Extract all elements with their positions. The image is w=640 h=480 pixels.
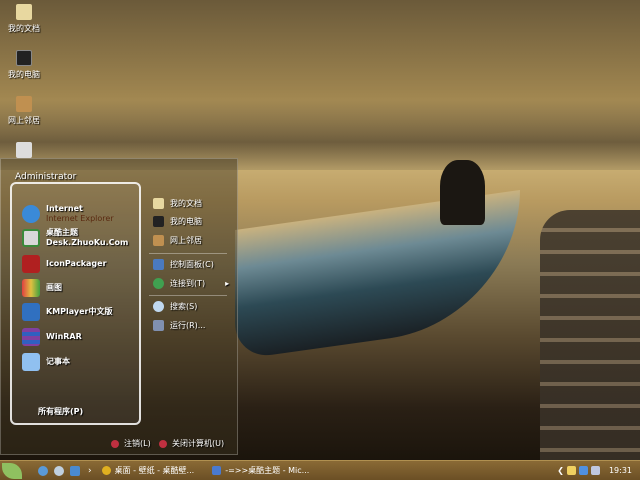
program-title: IconPackager <box>46 259 107 268</box>
place-network[interactable]: 网上邻居 <box>153 235 202 246</box>
tray-app-icon[interactable] <box>566 466 576 475</box>
program-winrar[interactable]: WinRAR <box>22 328 82 346</box>
logoff-icon <box>111 439 119 448</box>
kmplayer-icon <box>22 303 40 321</box>
desktop-icon-my-documents[interactable]: 我的文档 <box>4 4 44 34</box>
start-button[interactable] <box>2 462 22 479</box>
task-label: -=>>桌酷主题 - Mic... <box>225 466 310 475</box>
desktop-icon-network[interactable]: 网上邻居 <box>4 96 44 126</box>
chrome-icon <box>101 466 111 475</box>
connect-icon <box>153 278 164 289</box>
my-computer-icon <box>153 216 164 227</box>
tray-expand-icon[interactable]: ❮ <box>557 466 564 475</box>
winrar-icon <box>22 328 40 346</box>
network-icon <box>16 96 32 112</box>
place-my-documents[interactable]: 我的文档 <box>153 198 202 209</box>
program-subtitle: Internet Explorer <box>46 214 114 223</box>
place-label: 网上邻居 <box>170 236 202 245</box>
program-title: 记事本 <box>46 357 70 366</box>
desktop-icon-label: 网上邻居 <box>8 116 40 125</box>
clock[interactable]: 19:31 <box>609 466 632 475</box>
network-icon <box>153 235 164 246</box>
control-panel-icon <box>153 259 164 270</box>
program-title: Internet <box>46 204 83 213</box>
user-name: Administrator <box>15 172 77 182</box>
program-paint[interactable]: 画图 <box>22 279 62 297</box>
program-internet[interactable]: Internet Internet Explorer <box>22 204 114 224</box>
search-icon <box>153 301 164 312</box>
place-label: 连接到(T) <box>170 279 206 288</box>
start-menu: Administrator Internet Internet Explorer … <box>0 158 238 455</box>
program-iconpackager[interactable]: IconPackager <box>22 255 107 273</box>
place-search[interactable]: 搜索(S) <box>153 301 197 312</box>
submenu-arrow-icon: ▸ <box>225 279 230 288</box>
place-label: 搜索(S) <box>170 302 198 311</box>
ie-icon <box>22 205 40 223</box>
program-title: 桌酷主题 <box>46 228 78 237</box>
place-my-computer[interactable]: 我的电脑 <box>153 216 202 227</box>
background-motor <box>440 160 485 225</box>
place-label: 运行(R)... <box>170 321 206 330</box>
place-control-panel[interactable]: 控制面板(C) <box>153 259 214 270</box>
network-tray-icon[interactable] <box>578 466 588 475</box>
recycle-bin-icon <box>16 142 32 158</box>
logoff-button[interactable]: 注销(L) <box>111 438 151 449</box>
desktop-quicklaunch-icon[interactable] <box>70 465 80 476</box>
theme-icon <box>22 229 40 247</box>
word-icon <box>212 466 222 475</box>
background-dock <box>540 210 640 460</box>
programs-panel: Internet Internet Explorer 桌酷主题 Desk.ZhuoK… <box>10 182 141 425</box>
shutdown-button[interactable]: 关闭计算机(U) <box>159 438 224 449</box>
my-documents-icon <box>153 198 164 209</box>
task-button-word[interactable]: -=>>桌酷主题 - Mic... <box>212 465 309 476</box>
shutdown-icon <box>159 439 167 448</box>
task-button-browser[interactable]: 桌面 - 壁纸 - 桌酷壁... <box>101 465 195 476</box>
quicklaunch-expand-icon[interactable]: › <box>88 466 92 476</box>
logoff-label: 注销(L) <box>124 439 151 448</box>
system-tray: ❮ 19:31 <box>557 466 632 475</box>
all-programs-button[interactable]: 所有程序(P) <box>38 406 83 417</box>
iconpackager-icon <box>22 255 40 273</box>
task-label: 桌面 - 壁纸 - 桌酷壁... <box>114 466 195 475</box>
computer-icon <box>16 50 32 66</box>
place-label: 控制面板(C) <box>170 260 214 269</box>
desktop-icon-label: 我的电脑 <box>8 70 40 79</box>
place-label: 我的文档 <box>170 199 202 208</box>
ie-quicklaunch-icon[interactable] <box>38 465 48 476</box>
separator <box>149 253 227 254</box>
folder-icon <box>16 4 32 20</box>
place-label: 我的电脑 <box>170 217 202 226</box>
notepad-icon <box>22 353 40 371</box>
paint-icon <box>22 279 40 297</box>
taskbar: › 桌面 - 壁纸 - 桌酷壁... -=>>桌酷主题 - Mic... ❮ 1… <box>0 460 640 480</box>
program-title: KMPlayer中文版 <box>46 307 113 316</box>
media-quicklaunch-icon[interactable] <box>54 465 64 476</box>
program-notepad[interactable]: 记事本 <box>22 353 70 371</box>
program-zhuoku-theme[interactable]: 桌酷主题 Desk.ZhuoKu.Com <box>22 228 128 248</box>
volume-icon[interactable] <box>590 466 600 475</box>
place-run[interactable]: 运行(R)... <box>153 320 205 331</box>
desktop-icon-my-computer[interactable]: 我的电脑 <box>4 50 44 80</box>
program-kmplayer[interactable]: KMPlayer中文版 <box>22 303 113 321</box>
program-title: 画图 <box>46 283 62 292</box>
desktop-icon-label: 我的文档 <box>8 24 40 33</box>
program-subtitle: Desk.ZhuoKu.Com <box>46 238 129 247</box>
program-title: WinRAR <box>46 332 82 341</box>
place-connect-to[interactable]: 连接到(T) ▸ <box>153 278 229 289</box>
shutdown-label: 关闭计算机(U) <box>172 439 225 448</box>
separator <box>149 295 227 296</box>
run-icon <box>153 320 164 331</box>
